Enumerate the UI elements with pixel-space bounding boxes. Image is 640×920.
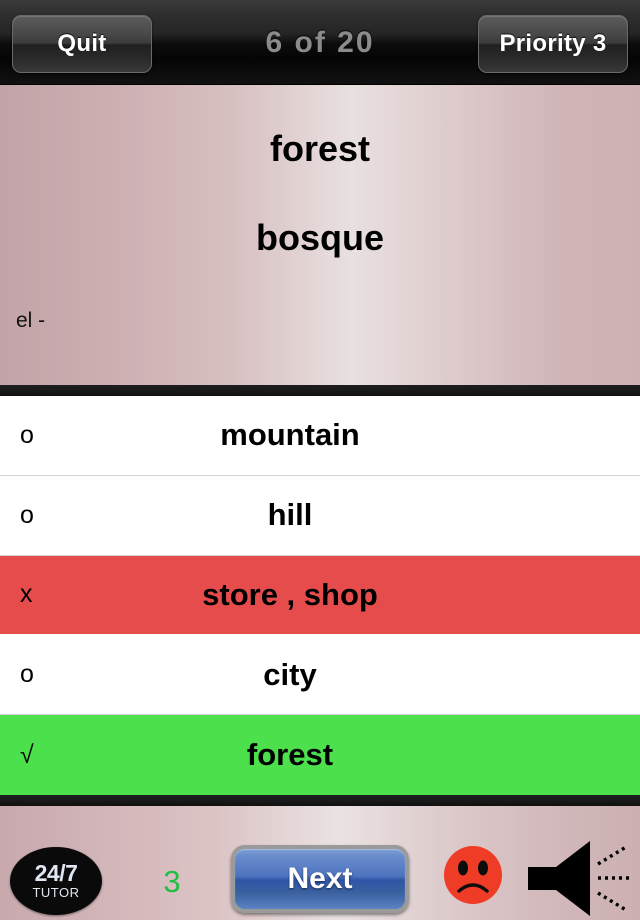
divider-above-answers [0,385,640,396]
answer-label: mountain [220,417,360,453]
answer-label: city [263,656,317,692]
answer-list: o mountain o hill x store , shop o city √ forest [0,396,640,795]
answer-mark: o [20,420,34,449]
tutor-logo-icon[interactable]: 24/7 TUTOR [10,847,102,915]
streak-count: 3 [163,864,181,899]
card-translation: bosque [255,217,384,258]
next-button[interactable]: Next [231,845,409,913]
tutor-logo-primary: 24/7 [34,859,78,886]
answer-label: forest [246,737,334,773]
answer-mark: √ [20,740,34,769]
quit-button[interactable]: Quit [12,15,152,73]
answer-mark: o [20,500,34,529]
sad-face-icon[interactable] [442,844,504,906]
priority-button[interactable]: Priority 3 [478,15,628,73]
answer-mark: o [20,660,34,689]
card-article: el - [16,309,46,332]
answer-label: store , shop [202,576,378,612]
card-term: forest [269,128,371,169]
answer-row[interactable]: o mountain [0,396,640,476]
answer-mark: x [20,580,33,609]
speaker-icon[interactable] [518,838,638,918]
flashcard-quiz-screen: 6 of 20 Quit Priority 3 forest bosque el… [0,0,640,920]
answer-label: hill [267,497,313,533]
answer-row[interactable]: √ forest [0,715,640,795]
divider-below-answers [0,795,640,806]
flashcard-panel[interactable]: forest bosque el - [0,85,640,385]
answer-row[interactable]: o city [0,635,640,716]
tutor-logo-secondary: TUTOR [32,884,80,900]
top-toolbar: 6 of 20 Quit Priority 3 [0,0,640,85]
answer-row[interactable]: o hill [0,476,640,556]
answer-row[interactable]: x store , shop [0,555,640,636]
